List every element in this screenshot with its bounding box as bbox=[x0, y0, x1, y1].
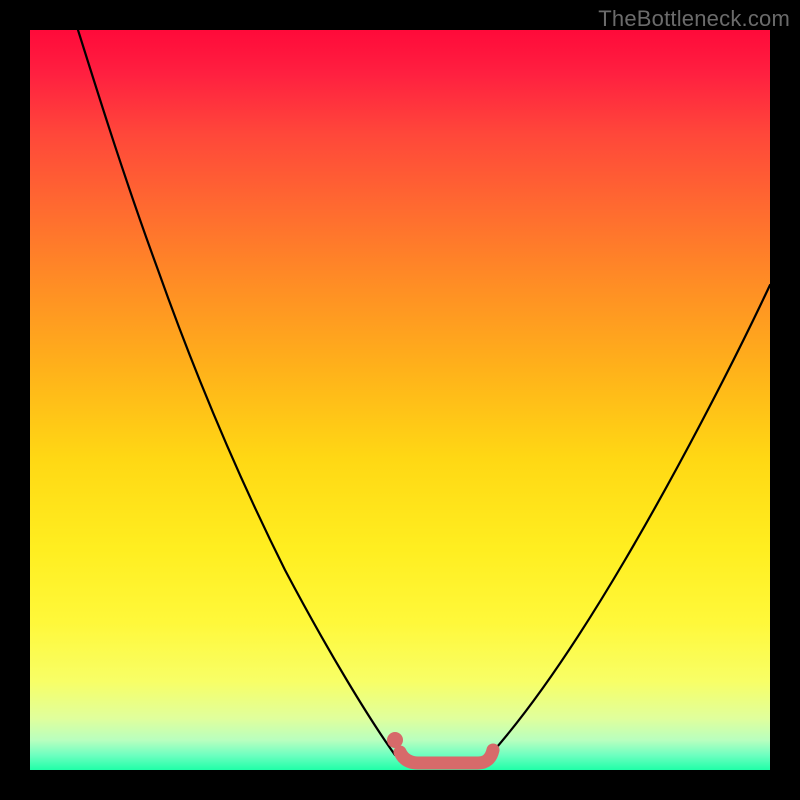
chart-frame: TheBottleneck.com bbox=[0, 0, 800, 800]
plot-area bbox=[30, 30, 770, 770]
bottleneck-curve-left bbox=[78, 30, 395, 755]
curve-layer bbox=[30, 30, 770, 770]
bottleneck-curve-right bbox=[490, 285, 770, 755]
optimal-range-marker bbox=[400, 750, 493, 763]
watermark-text: TheBottleneck.com bbox=[598, 6, 790, 32]
